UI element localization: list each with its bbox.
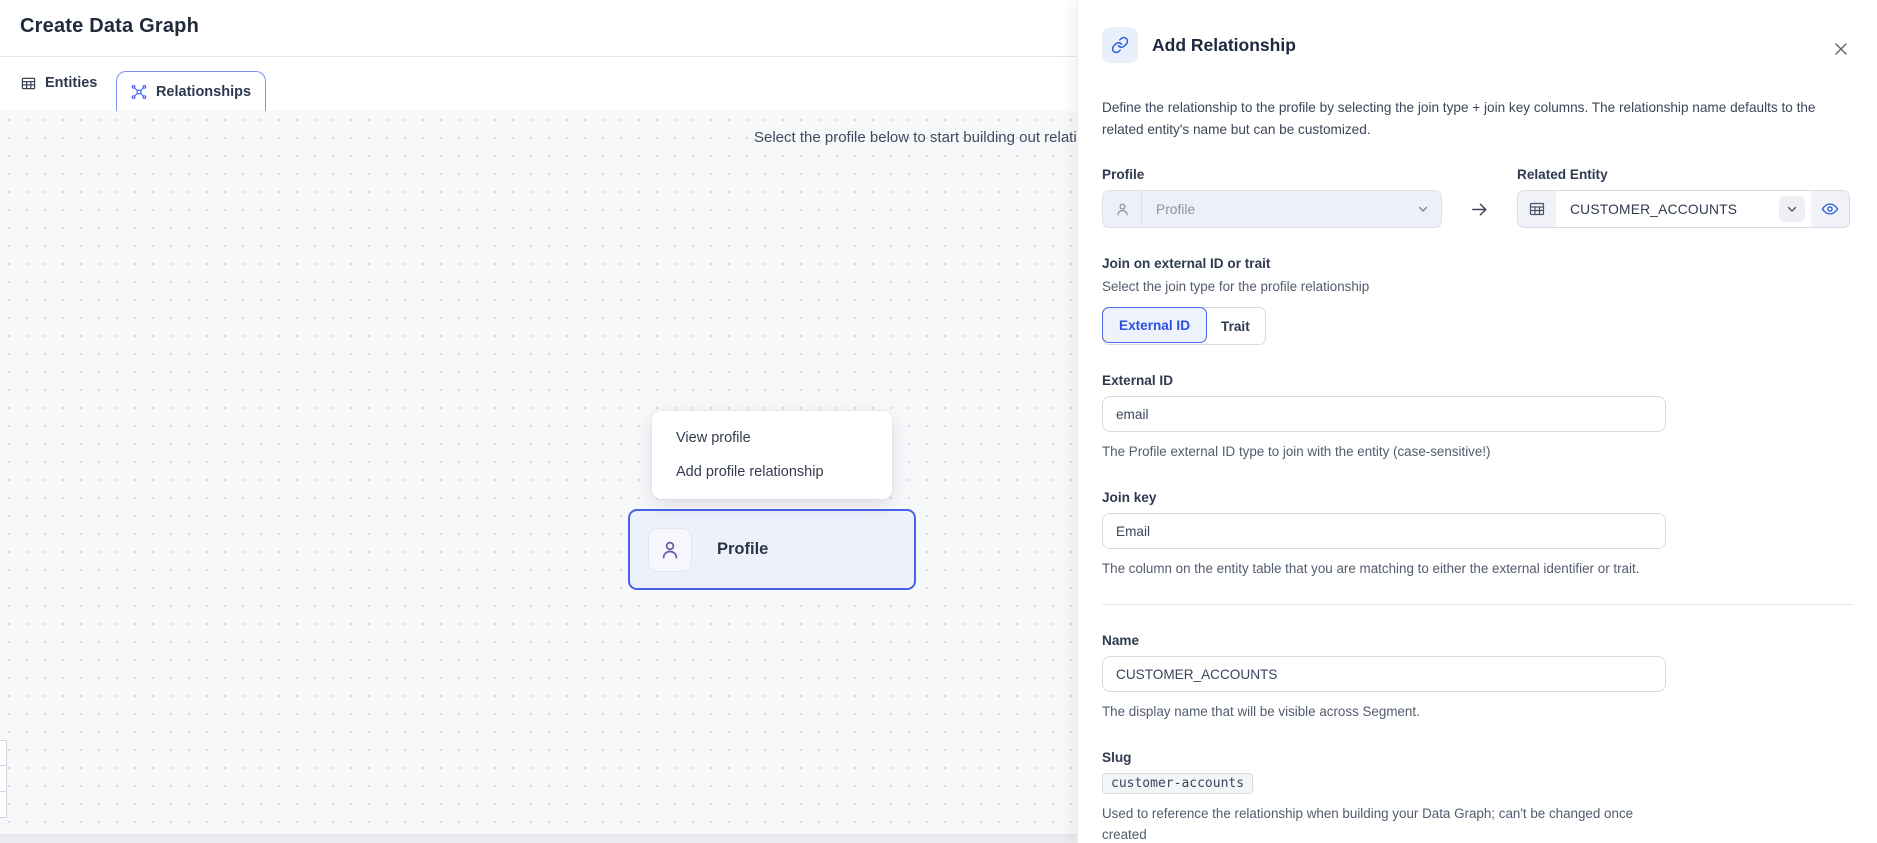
- slug-label: Slug: [1102, 750, 1853, 765]
- join-type-sublabel: Select the join type for the profile rel…: [1102, 277, 1853, 297]
- join-key-input[interactable]: [1102, 513, 1666, 549]
- related-entity-select: CUSTOMER_ACCOUNTS: [1517, 190, 1850, 228]
- tab-relationships-label: Relationships: [156, 84, 251, 100]
- profile-select-label: Profile: [1102, 167, 1442, 182]
- profile-select[interactable]: Profile: [1102, 190, 1442, 228]
- tab-relationships[interactable]: Relationships: [116, 71, 266, 111]
- close-icon[interactable]: [1832, 40, 1850, 58]
- eye-icon[interactable]: [1811, 191, 1849, 227]
- external-id-label: External ID: [1102, 373, 1853, 388]
- external-id-helper: The Profile external ID type to join wit…: [1102, 442, 1668, 462]
- canvas-zoom-controls: [0, 740, 7, 818]
- zoom-in-button[interactable]: [0, 740, 7, 766]
- profile-node-label: Profile: [717, 540, 768, 559]
- panel-title: Add Relationship: [1152, 35, 1296, 56]
- related-entity-value-box[interactable]: CUSTOMER_ACCOUNTS: [1556, 191, 1811, 227]
- arrow-right-icon: [1442, 200, 1517, 219]
- canvas-hint-text: Select the profile below to start buildi…: [754, 129, 1128, 146]
- join-key-label: Join key: [1102, 490, 1853, 505]
- name-input[interactable]: [1102, 656, 1666, 692]
- profile-node[interactable]: Profile: [628, 509, 916, 590]
- link-icon: [1102, 27, 1138, 63]
- table-icon: [21, 76, 36, 91]
- page-title: Create Data Graph: [20, 15, 199, 38]
- name-helper: The display name that will be visible ac…: [1102, 702, 1668, 722]
- relationships-graph-icon: [131, 84, 147, 100]
- add-relationship-panel: Add Relationship Define the relationship…: [1077, 0, 1877, 843]
- panel-description: Define the relationship to the profile b…: [1102, 97, 1850, 141]
- tab-entities[interactable]: Entities: [21, 75, 97, 91]
- zoom-out-button[interactable]: [0, 766, 7, 792]
- profile-select-placeholder: Profile: [1142, 202, 1417, 217]
- related-entity-value: CUSTOMER_ACCOUNTS: [1570, 202, 1779, 217]
- toggle-trait[interactable]: Trait: [1206, 308, 1265, 344]
- user-icon: [658, 538, 682, 562]
- menu-item-view-profile[interactable]: View profile: [652, 421, 892, 455]
- chevron-down-icon: [1417, 203, 1429, 215]
- table-icon: [1518, 191, 1556, 227]
- join-key-helper: The column on the entity table that you …: [1102, 559, 1668, 579]
- panel-header: Add Relationship: [1102, 27, 1853, 63]
- related-entity-label: Related Entity: [1517, 167, 1850, 182]
- join-type-toggle: External ID Trait: [1102, 307, 1266, 345]
- menu-item-add-profile-relationship[interactable]: Add profile relationship: [652, 455, 892, 489]
- node-context-menu: View profile Add profile relationship: [652, 411, 892, 499]
- tab-entities-label: Entities: [45, 75, 97, 91]
- join-type-label: Join on external ID or trait: [1102, 256, 1853, 271]
- fit-view-button[interactable]: [0, 792, 7, 818]
- slug-helper: Used to reference the relationship when …: [1102, 804, 1668, 843]
- slug-value: customer-accounts: [1102, 773, 1253, 794]
- external-id-input[interactable]: [1102, 396, 1666, 432]
- name-label: Name: [1102, 633, 1853, 648]
- panel-divider: [1102, 604, 1853, 605]
- chevron-down-icon[interactable]: [1779, 196, 1805, 222]
- user-icon: [1103, 191, 1142, 227]
- profile-node-chip: [648, 528, 692, 572]
- toggle-external-id[interactable]: External ID: [1102, 307, 1207, 343]
- profile-entity-row: Profile Profile: [1102, 167, 1853, 228]
